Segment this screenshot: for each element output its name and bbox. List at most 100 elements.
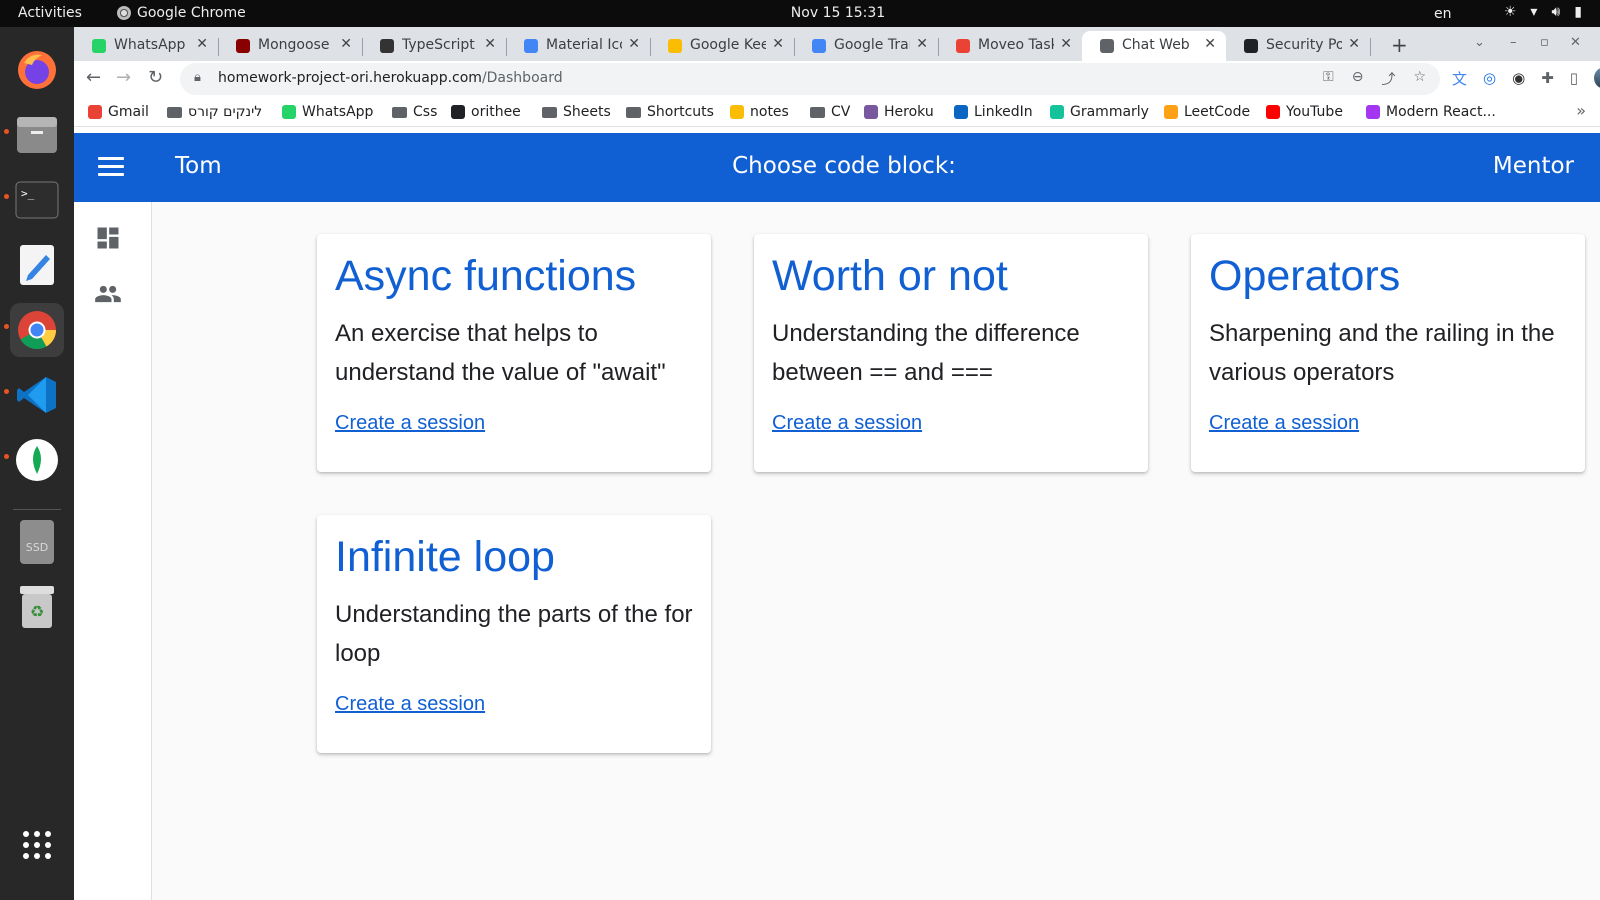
browser-tab[interactable]: Security Pol ✕ — [1226, 31, 1370, 61]
extension-icon[interactable]: ◎ — [1483, 69, 1496, 87]
create-session-link[interactable]: Create a session — [772, 412, 922, 435]
url-text[interactable]: homework-project-ori.herokuapp.com/Dashb… — [218, 70, 563, 86]
create-session-link[interactable]: Create a session — [335, 412, 485, 435]
svg-text:>_: >_ — [21, 187, 35, 200]
bookmark-folder[interactable]: Shortcuts — [626, 104, 714, 120]
bookmark-item[interactable]: Modern React... — [1366, 104, 1496, 120]
app-menu[interactable]: Google Chrome — [117, 5, 246, 21]
close-tab-icon[interactable]: ✕ — [916, 36, 928, 52]
minimize-button[interactable]: – — [1510, 35, 1517, 50]
reload-button[interactable]: ↻ — [148, 67, 163, 88]
browser-tab[interactable]: Material Ico ✕ — [506, 31, 650, 61]
bookmark-item[interactable]: WhatsApp — [282, 104, 373, 120]
tab-title: Material Ico — [546, 37, 622, 53]
text-editor-icon[interactable] — [10, 238, 64, 292]
bookmark-label: Heroku — [884, 104, 934, 120]
browser-tab[interactable]: Google Tran ✕ — [794, 31, 938, 61]
bookmark-item[interactable]: notes — [730, 104, 789, 120]
close-tab-icon[interactable]: ✕ — [772, 36, 784, 52]
share-icon[interactable]: ⤴ — [1381, 69, 1395, 89]
mongoose-icon — [236, 39, 250, 53]
terminal-icon[interactable]: >_ — [10, 173, 64, 227]
close-tab-icon[interactable]: ✕ — [196, 36, 208, 52]
keep-icon — [668, 39, 682, 53]
bookmark-item[interactable]: LeetCode — [1164, 104, 1250, 120]
browser-tab[interactable]: TypeScript | ✕ — [362, 31, 506, 61]
bookmark-folder[interactable]: לינקים קורס — [167, 104, 262, 120]
bookmark-label: Sheets — [563, 104, 611, 120]
card-description: Sharpening and the railing in the variou… — [1209, 320, 1555, 386]
create-session-link[interactable]: Create a session — [335, 693, 485, 716]
browser-tab[interactable]: Moveo Task ✕ — [938, 31, 1082, 61]
keyboard-layout[interactable]: en — [1434, 6, 1452, 22]
bookmark-item[interactable]: Heroku — [864, 104, 934, 120]
ssd-drive-icon[interactable]: SSD — [10, 515, 64, 569]
card-description: An exercise that helps to understand the… — [335, 320, 666, 386]
github-icon — [1244, 39, 1258, 53]
vscode-icon[interactable] — [10, 368, 64, 422]
bookmark-favicon-icon — [730, 105, 744, 119]
bookmark-item[interactable]: Grammarly — [1050, 104, 1149, 120]
mongodb-compass-icon[interactable] — [10, 433, 64, 487]
bookmark-label: LinkedIn — [974, 104, 1033, 120]
code-block-card: Infinite loop Understanding the parts of… — [317, 515, 711, 753]
tab-title: Chat Web — [1122, 37, 1190, 53]
close-tab-icon[interactable]: ✕ — [1204, 36, 1216, 52]
bookmark-folder[interactable]: CV — [810, 104, 850, 120]
close-tab-icon[interactable]: ✕ — [1060, 36, 1072, 52]
close-window-button[interactable]: ✕ — [1570, 35, 1581, 50]
running-indicator — [4, 129, 9, 134]
bookmark-star-icon[interactable]: ☆ — [1413, 69, 1426, 89]
whatsapp-icon — [92, 39, 106, 53]
create-session-link[interactable]: Create a session — [1209, 412, 1359, 435]
firefox-icon[interactable] — [10, 43, 64, 97]
show-applications-icon[interactable] — [10, 818, 64, 872]
folder-icon — [810, 106, 825, 118]
files-icon[interactable] — [10, 108, 64, 162]
bookmark-item[interactable]: YouTube — [1266, 104, 1343, 120]
address-bar[interactable]: 🔒︎ homework-project-ori.herokuapp.com/Da… — [180, 63, 1440, 95]
activities-button[interactable]: Activities — [18, 5, 82, 21]
close-tab-icon[interactable]: ✕ — [628, 36, 640, 52]
close-tab-icon[interactable]: ✕ — [340, 36, 352, 52]
tab-search-chevron-icon[interactable]: ⌄ — [1474, 35, 1485, 50]
card-description: Understanding the difference between == … — [772, 320, 1080, 386]
side-panel-icon[interactable]: ▯ — [1570, 69, 1578, 87]
dashboard-icon[interactable] — [94, 224, 122, 252]
browser-tab[interactable]: Google Kee ✕ — [650, 31, 794, 61]
translate-extension-icon[interactable]: 文 — [1452, 68, 1467, 89]
close-tab-icon[interactable]: ✕ — [1348, 36, 1360, 52]
browser-tab[interactable]: Mongoose v ✕ — [218, 31, 362, 61]
maximize-button[interactable]: ▫ — [1540, 35, 1549, 50]
browser-tab[interactable]: WhatsApp ✕ — [74, 31, 218, 61]
bookmark-item[interactable]: Gmail — [88, 104, 149, 120]
folder-icon — [167, 106, 182, 118]
profile-avatar[interactable] — [1594, 67, 1600, 89]
trash-icon[interactable]: ♻ — [10, 580, 64, 634]
lock-icon[interactable]: 🔒︎ — [194, 70, 201, 85]
menu-icon[interactable] — [98, 157, 124, 177]
bookmark-item[interactable]: orithee — [451, 104, 521, 120]
system-tray[interactable]: ☀ ▾ 🔊︎ ▮ — [1504, 4, 1582, 20]
more-bookmarks-icon[interactable]: » — [1576, 101, 1586, 120]
app-name: Google Chrome — [137, 5, 246, 21]
bookmark-favicon-icon — [864, 105, 878, 119]
translate-icon — [812, 39, 826, 53]
bookmark-label: Css — [413, 104, 438, 120]
browser-tab[interactable]: Chat Web ✕ — [1082, 31, 1226, 61]
puzzle-extensions-icon[interactable]: ✚ — [1541, 69, 1554, 87]
bookmark-label: CV — [831, 104, 851, 120]
ninja-extension-icon[interactable]: ◉ — [1512, 69, 1525, 87]
bookmark-item[interactable]: LinkedIn — [954, 104, 1033, 120]
bookmark-folder[interactable]: Css — [392, 104, 437, 120]
zoom-icon[interactable]: ⊖ — [1352, 69, 1364, 89]
close-tab-icon[interactable]: ✕ — [484, 36, 496, 52]
back-button[interactable]: ← — [86, 67, 101, 88]
key-icon[interactable]: ⚿ — [1323, 69, 1334, 89]
new-tab-button[interactable]: + — [1391, 33, 1408, 57]
people-icon[interactable] — [94, 280, 122, 308]
bookmark-folder[interactable]: Sheets — [542, 104, 611, 120]
bookmark-label: LeetCode — [1184, 104, 1251, 120]
google-chrome-icon[interactable] — [10, 303, 64, 357]
forward-button[interactable]: → — [116, 67, 131, 88]
